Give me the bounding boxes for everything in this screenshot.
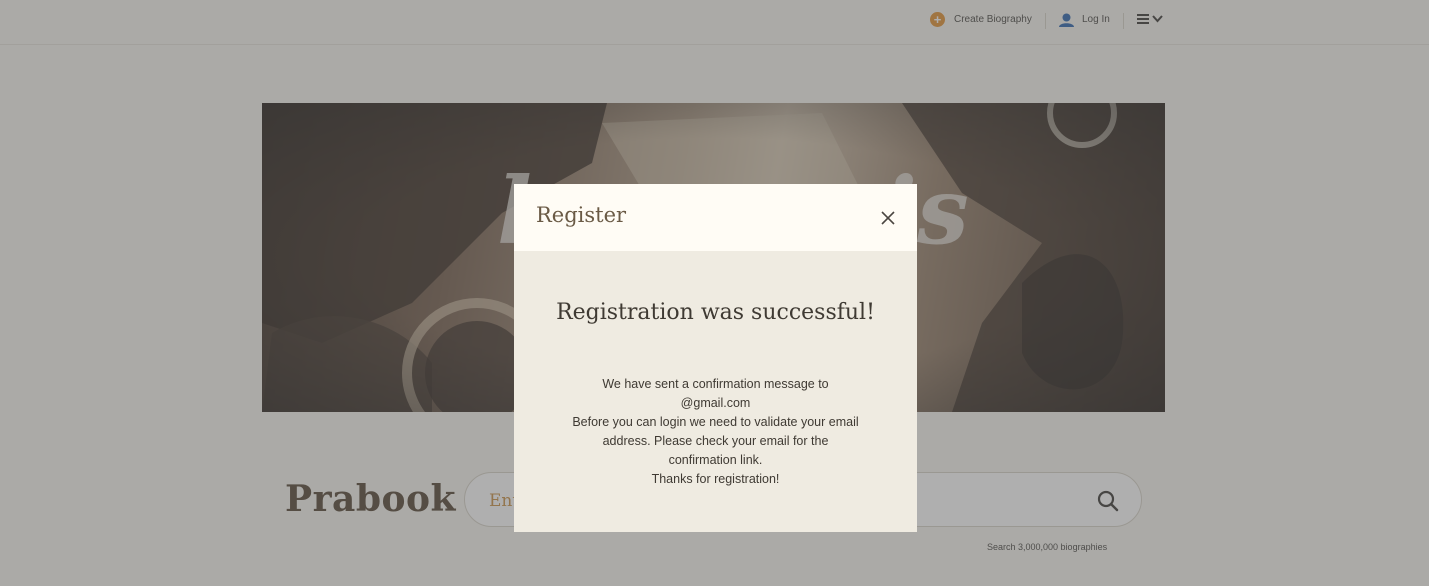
register-modal: Register Registration was successful! We… bbox=[514, 184, 917, 532]
message-line: confirmation link. bbox=[668, 453, 763, 467]
success-heading: Registration was successful! bbox=[556, 300, 875, 325]
message-line: Thanks for registration! bbox=[651, 472, 780, 486]
message-line: Before you can login we need to validate… bbox=[572, 415, 859, 429]
message-line: We have sent a confirmation message to bbox=[602, 377, 829, 391]
message-line: address. Please check your email for the bbox=[602, 434, 829, 448]
modal-title: Register bbox=[536, 203, 627, 227]
close-icon[interactable] bbox=[881, 211, 895, 225]
modal-header: Register bbox=[514, 184, 917, 251]
confirmation-message: We have sent a confirmation message to @… bbox=[544, 375, 887, 489]
message-line: @gmail.com bbox=[680, 396, 751, 410]
